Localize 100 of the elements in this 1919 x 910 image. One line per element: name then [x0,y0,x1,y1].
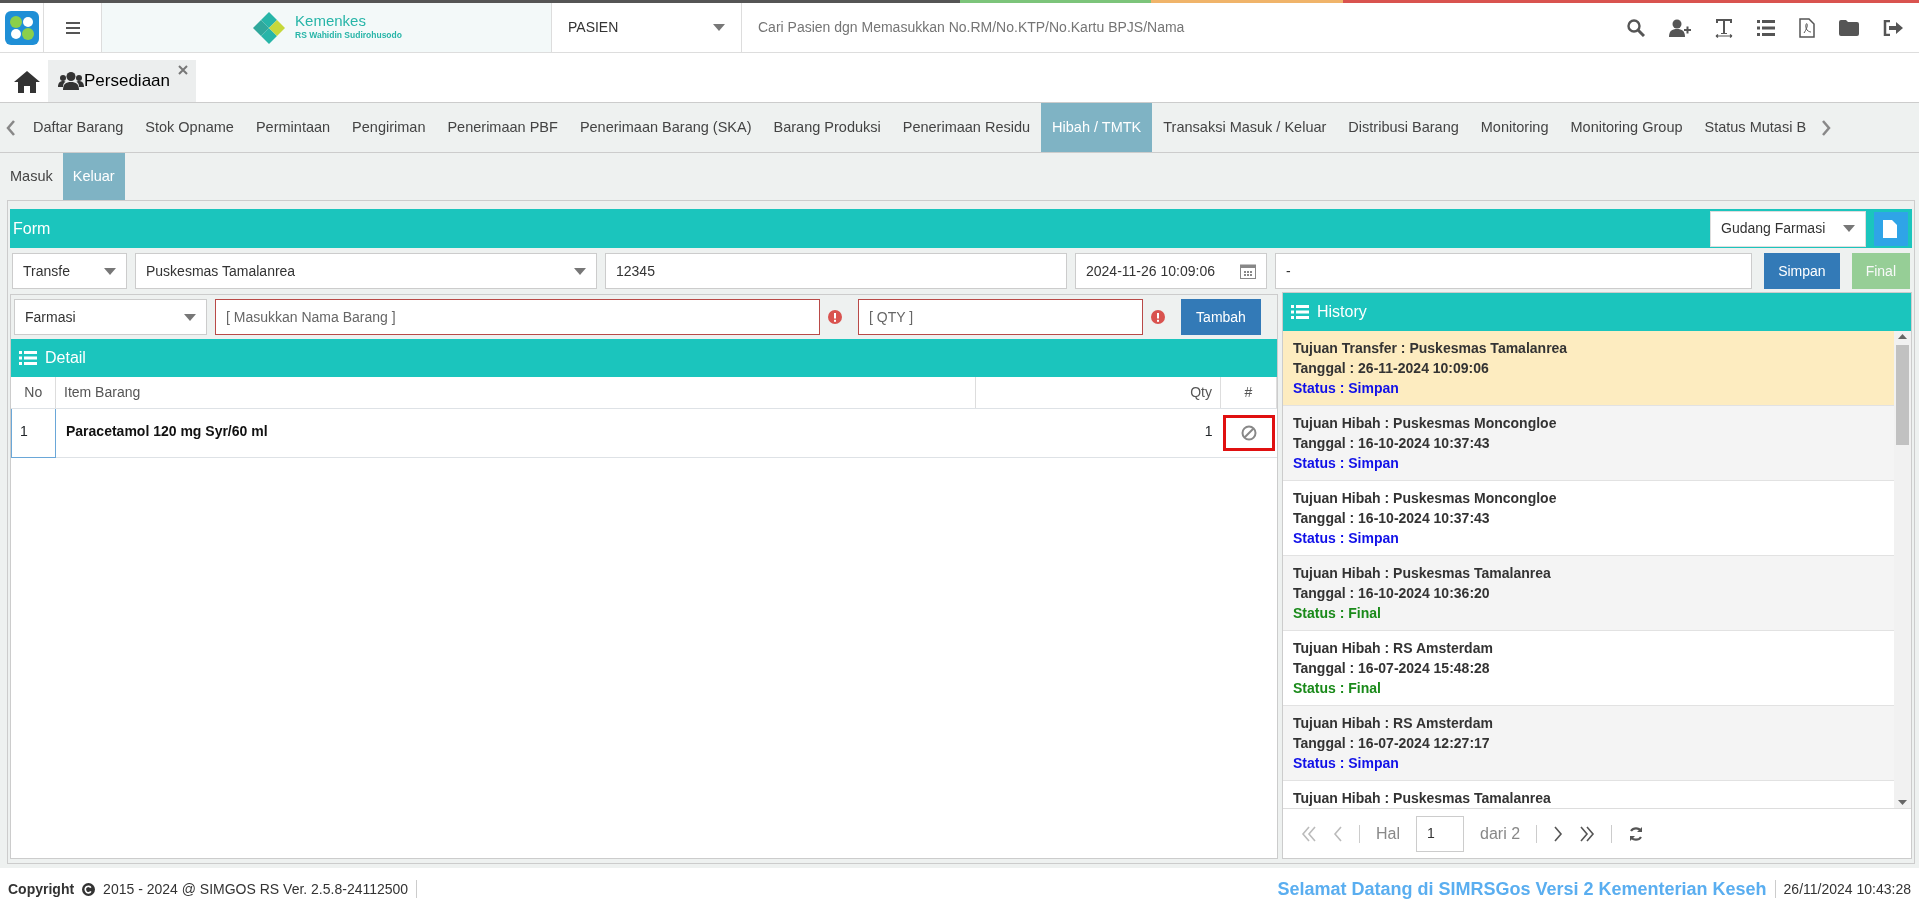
history-destination: Tujuan Hibah : Puskesmas Moncongloe [1293,414,1558,434]
note-field[interactable]: - [1275,253,1753,290]
logout-icon[interactable] [1883,19,1903,36]
action-button[interactable]: Simpan [1764,253,1840,290]
history-destination: Tujuan Hibah : Puskesmas Moncongloe [1293,489,1558,509]
copyright-icon [82,882,96,896]
history-title: History [1317,302,1367,323]
history-destination: Tujuan Hibah : Puskesmas Tamalanrea [1293,564,1552,584]
history-date: Tanggal : 16-07-2024 12:27:17 [1293,734,1491,754]
add-user-icon[interactable] [1669,18,1691,37]
list-icon [1291,305,1309,320]
page-count: dari 2 [1480,823,1521,844]
close-icon[interactable] [178,65,188,75]
history-status: Status : Simpan [1293,454,1400,474]
column-header: Qty [975,377,1221,409]
sub-tab[interactable]: Masuk [0,153,63,200]
column-header: No [11,377,56,409]
history-date: Tanggal : 16-07-2024 15:48:28 [1293,659,1491,679]
detail-title: Detail [45,348,86,369]
text-icon[interactable] [1715,17,1733,38]
list-icon[interactable] [1757,19,1775,36]
history-item[interactable]: Tujuan Transfer : Puskesmas Tamalanrea Tanggal : 26-11-2024 10:09:06 Status : Simpan [1283,331,1894,407]
logo-subtitle: RS Wahidin Sudirohusodo [295,29,402,42]
column-header: # [1220,377,1277,409]
warehouse-select[interactable]: Gudang Farmasi [1710,210,1866,247]
history-destination: Tujuan Hibah : RS Amsterdam [1293,639,1494,659]
history-destination: Tujuan Transfer : Puskesmas Tamalanrea [1293,339,1569,359]
menu-tab[interactable]: Status Mutasi B [1693,103,1818,152]
menu-tab[interactable]: Penerimaan Barang (SKA) [568,103,763,152]
history-item[interactable]: Tujuan Hibah : Puskesmas Moncongloe Tanggal : 16-10-2024 10:37:43 Status : Simpan [1283,406,1894,482]
history-status: Status : Simpan [1293,379,1400,399]
chevron-right-icon[interactable] [1821,119,1832,136]
caret-icon [574,267,586,275]
history-status: Status : Final [1293,604,1382,624]
date-field[interactable]: 2024-11-26 10:09:06 [1075,253,1267,290]
home-icon[interactable] [14,71,40,93]
menu-tab[interactable]: Penerimaan Residu [891,103,1042,152]
caret-icon [184,313,196,321]
scrollbar[interactable] [1894,331,1911,808]
category-select[interactable]: Farmasi [14,299,207,336]
row-number-cell[interactable]: 1 [11,408,56,458]
warning-icon [1151,310,1165,325]
new-document-button[interactable] [1874,211,1908,246]
users-icon [58,72,84,90]
cancel-icon [1240,425,1257,442]
destination-select[interactable]: Puskesmas Tamalanrea [135,253,597,290]
item-name-cell: Paracetamol 120 mg Syr/60 ml [55,408,976,458]
caret-icon [713,24,725,31]
document-icon [1883,219,1897,238]
logo-title: Kemenkes [295,13,367,30]
menu-tab[interactable]: Permintaan [244,103,342,152]
kemenkes-logo [251,9,288,46]
menu-tab[interactable]: Penerimaan PBF [436,103,569,152]
menu-tab[interactable]: Daftar Barang [22,103,135,152]
scrollbar-thumb[interactable] [1896,345,1909,446]
form-title: Form [13,218,51,239]
history-status: Status : Simpan [1293,754,1400,774]
pdf-file-icon[interactable] [1799,17,1815,38]
history-date: Tanggal : 16-10-2024 10:37:43 [1293,434,1491,454]
menu-tab[interactable]: Distribusi Barang [1337,103,1470,152]
page-tab[interactable]: Persediaan [48,60,196,102]
scroll-up-icon[interactable] [1898,334,1907,340]
history-item[interactable]: Tujuan Hibah : RS Amsterdam Tanggal : 16-07-2024 12:27:17 Status : Simpan [1283,706,1894,782]
item-name-field[interactable]: [ Masukkan Nama Barang ] [215,299,820,336]
menu-tab[interactable]: Pengiriman [341,103,437,152]
page-field[interactable]: 1 [1416,815,1464,852]
menu-tab[interactable]: Transaksi Masuk / Keluar [1152,103,1338,152]
app-logo [4,10,39,45]
warning-icon [828,310,842,325]
calendar-icon[interactable] [1240,263,1256,280]
history-date: Tanggal : 26-11-2024 10:09:06 [1293,359,1490,379]
qty-cell: 1 [975,408,1221,458]
copyright-label: Copyright [8,879,75,899]
chevron-left-icon[interactable] [6,119,16,136]
history-status: Status : Final [1293,679,1382,699]
scroll-down-icon[interactable] [1898,800,1907,805]
type-select[interactable]: Transfe [12,253,127,290]
history-date: Tanggal : 16-10-2024 10:37:43 [1293,509,1491,529]
column-header: Item Barang [55,377,976,409]
menu-tab[interactable]: Stok Opname [134,103,245,152]
folder-icon[interactable] [1839,19,1859,36]
menu-tab[interactable]: Monitoring [1469,103,1560,152]
history-date: Tanggal : 16-10-2024 10:36:20 [1293,584,1491,604]
number-field[interactable]: 12345 [605,253,1067,290]
history-item[interactable]: Tujuan Hibah : Puskesmas Tamalanrea Tanggal : 16-10-2024 10:36:20 Status : Final [1283,556,1894,632]
welcome-marquee: Selamat Datang di SIMRSGos Versi 2 Kementerian Keseh [1277,877,1767,901]
version-text: 2015 - 2024 @ SIMGOS RS Ver. 2.5.8-24112500 [103,879,409,899]
caret-icon [104,267,116,275]
menu-icon[interactable] [65,21,80,34]
menu-tab[interactable]: Barang Produksi [762,103,892,152]
last-page-icon[interactable] [1579,825,1596,842]
search-icon[interactable] [1627,18,1645,37]
refresh-icon[interactable] [1628,825,1645,842]
menu-tab[interactable]: Monitoring Group [1559,103,1694,152]
qty-field[interactable]: [ QTY ] [858,299,1143,336]
page-label: Hal [1376,823,1400,844]
add-button[interactable]: Tambah [1181,299,1261,336]
caret-icon [1843,225,1855,233]
next-page-icon[interactable] [1553,825,1564,842]
cancel-button[interactable] [1222,415,1275,452]
